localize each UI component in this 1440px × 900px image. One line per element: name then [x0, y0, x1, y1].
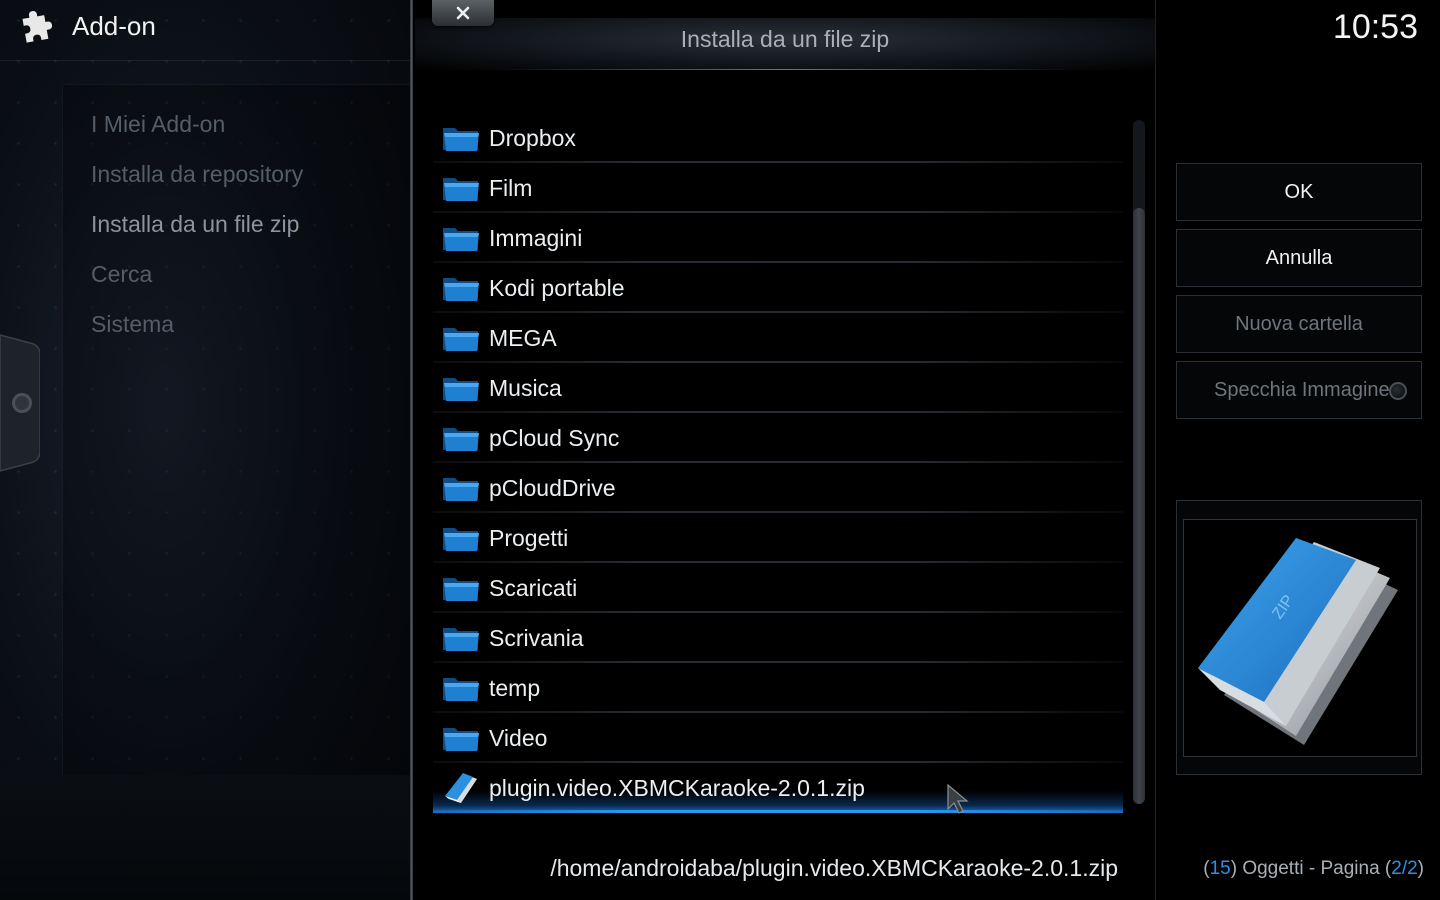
new-folder-button[interactable]: Nuova cartella	[1176, 295, 1422, 353]
item-label: MEGA	[489, 324, 557, 351]
folder-icon	[443, 528, 479, 551]
item-label: Kodi portable	[489, 274, 625, 301]
cancel-button[interactable]: Annulla	[1176, 229, 1422, 287]
page-title: Add-on	[72, 10, 156, 41]
file-preview: ZIP	[1176, 500, 1422, 775]
item-label: plugin.video.XBMCKaraoke-2.0.1.zip	[489, 774, 865, 801]
scrollbar[interactable]	[1133, 120, 1145, 804]
preview-thumbnail: ZIP	[1183, 519, 1417, 757]
folder-icon	[443, 578, 479, 601]
item-label: Video	[489, 724, 548, 751]
folder-icon	[443, 228, 479, 251]
item-label: pCloud Sync	[489, 424, 620, 451]
close-button[interactable]	[432, 0, 494, 26]
folder-item[interactable]: Film	[433, 163, 1123, 213]
scrollbar-thumb[interactable]	[1133, 208, 1145, 804]
folder-item[interactable]: Scrivania	[433, 613, 1123, 663]
menu-item-my-addons[interactable]: I Miei Add-on	[91, 99, 225, 149]
puzzle-icon	[22, 11, 53, 43]
zip-package-icon: ZIP	[1198, 538, 1398, 745]
clock: 10:53	[1332, 8, 1418, 46]
item-label: Film	[489, 174, 533, 201]
folder-item[interactable]: Dropbox	[433, 113, 1123, 163]
left-panel-footer	[0, 775, 412, 900]
close-icon	[456, 6, 470, 20]
folder-icon	[443, 328, 479, 351]
menu-item-install-repository[interactable]: Installa da repository	[91, 149, 303, 199]
folder-icon	[443, 428, 479, 451]
folder-icon	[443, 678, 479, 701]
folder-item[interactable]: MEGA	[433, 313, 1123, 363]
selected-path: /home/androidaba/plugin.video.XBMCKaraok…	[550, 855, 1118, 881]
folder-item[interactable]: pCloudDrive	[433, 463, 1123, 513]
item-count-number: 15	[1209, 858, 1231, 879]
folder-item[interactable]: Kodi portable	[433, 263, 1123, 313]
folder-item[interactable]: Progetti	[433, 513, 1123, 563]
file-browser-dialog: Installa da un file zip Dropbox Film Imm…	[415, 0, 1155, 900]
page-indicator: 2/2	[1391, 858, 1418, 879]
folder-icon	[443, 478, 479, 501]
menu-item-search[interactable]: Cerca	[91, 249, 152, 299]
item-label: Musica	[489, 374, 562, 401]
radio-indicator-icon	[1389, 382, 1407, 400]
folder-icon	[443, 728, 479, 751]
folder-icon	[443, 378, 479, 401]
mouse-cursor-icon	[947, 783, 969, 814]
item-label: Dropbox	[489, 124, 576, 151]
panel-divider	[410, 0, 413, 900]
folder-item[interactable]: temp	[433, 663, 1123, 713]
file-item-zip[interactable]: plugin.video.XBMCKaraoke-2.0.1.zip	[433, 763, 1123, 813]
item-label: pCloudDrive	[489, 474, 616, 501]
zip-file-icon	[445, 773, 477, 803]
ok-button[interactable]: OK	[1176, 163, 1422, 221]
folder-icon	[443, 128, 479, 151]
page-header: Add-on	[20, 6, 156, 46]
dialog-title: Installa da un file zip	[680, 26, 890, 52]
item-label: Progetti	[489, 524, 569, 551]
header-divider	[0, 60, 412, 61]
actions-panel: 10:53 OK Annulla Nuova cartella Specchia…	[1156, 0, 1440, 900]
new-folder-button-label: Nuova cartella	[1235, 312, 1363, 335]
item-label: Scrivania	[489, 624, 584, 651]
item-label: Scaricati	[489, 574, 578, 601]
mirror-image-toggle[interactable]: Specchia Immagine	[1176, 361, 1422, 419]
menu-item-install-zip[interactable]: Installa da un file zip	[91, 199, 299, 249]
folder-icon	[443, 278, 479, 301]
folder-item[interactable]: pCloud Sync	[433, 413, 1123, 463]
folder-icon	[443, 628, 479, 651]
item-label: temp	[489, 674, 541, 701]
addon-panel: Add-on I Miei Add-on Installa da reposit…	[0, 0, 412, 900]
item-count: (15) Oggetti - Pagina (2/2)	[1203, 858, 1424, 879]
folder-item[interactable]: Scaricati	[433, 563, 1123, 613]
side-menu-tab[interactable]	[0, 333, 40, 473]
folder-item[interactable]: Video	[433, 713, 1123, 763]
ok-button-label: OK	[1284, 180, 1314, 203]
cancel-button-label: Annulla	[1265, 246, 1333, 269]
addon-menu: I Miei Add-on Installa da repository Ins…	[62, 84, 412, 818]
item-label: Immagini	[489, 224, 583, 251]
menu-item-system[interactable]: Sistema	[91, 299, 174, 349]
folder-item[interactable]: Immagini	[433, 213, 1123, 263]
folder-icon	[443, 178, 479, 201]
folder-item[interactable]: Musica	[433, 363, 1123, 413]
mirror-image-label: Specchia Immagine	[1214, 378, 1390, 401]
